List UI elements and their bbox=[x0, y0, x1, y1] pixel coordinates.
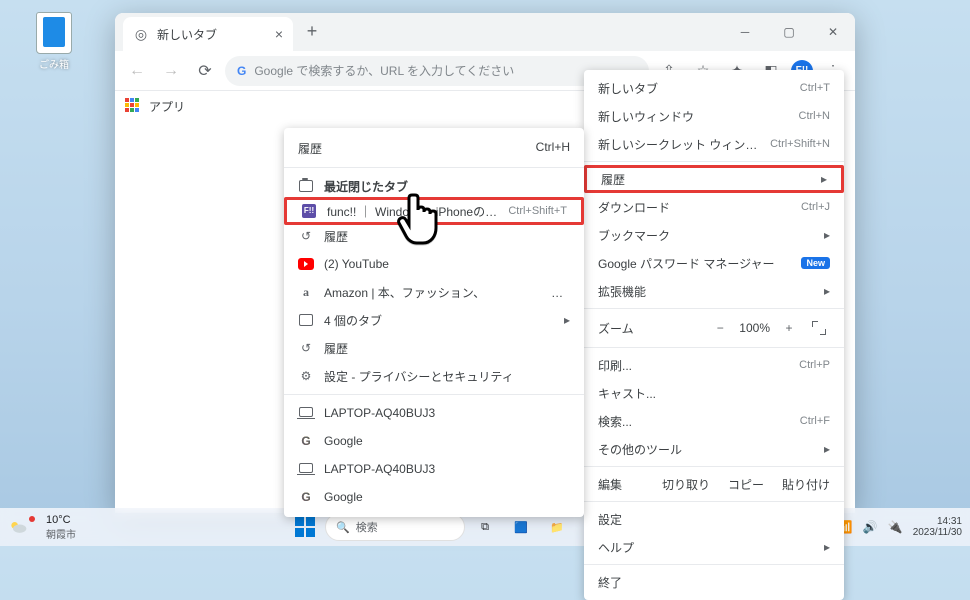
new-tab-button[interactable]: + bbox=[299, 19, 325, 45]
taskbar-weather-widget[interactable]: 10°C 朝霞市 bbox=[8, 514, 76, 541]
tray-battery-icon[interactable]: 🔌 bbox=[888, 520, 903, 534]
func-favicon-icon: F!! bbox=[302, 204, 316, 218]
history-item-4tabs[interactable]: 4 個のタブ ▸ bbox=[284, 306, 584, 334]
chevron-right-icon: ▸ bbox=[824, 284, 830, 298]
chevron-right-icon: ▸ bbox=[821, 172, 827, 186]
reload-button[interactable]: ⟳ bbox=[191, 57, 219, 85]
history-item-settings[interactable]: ⚙ 設定 - プライバシーとセキュリティ bbox=[284, 362, 584, 390]
taskbar-search[interactable]: 🔍 検索 bbox=[325, 513, 465, 541]
history-item-history2[interactable]: ↺ 履歴 bbox=[284, 334, 584, 362]
menu-more-tools[interactable]: その他のツール▸ bbox=[584, 435, 844, 463]
menu-exit[interactable]: 終了 bbox=[584, 568, 844, 596]
apps-label[interactable]: アプリ bbox=[149, 98, 185, 115]
submenu-title: 履歴 bbox=[298, 140, 322, 157]
google-g-icon: G bbox=[298, 489, 314, 505]
tab-icon bbox=[299, 314, 313, 326]
recycle-bin-icon bbox=[36, 12, 72, 54]
history-clock-icon: ↺ bbox=[298, 228, 314, 244]
menu-edit-row: 編集 切り取り コピー 貼り付け bbox=[584, 470, 844, 498]
weather-notification-dot bbox=[29, 516, 35, 522]
windows-logo-icon bbox=[295, 517, 315, 537]
edit-copy[interactable]: コピー bbox=[728, 476, 764, 493]
active-tab[interactable]: ◎ 新しいタブ × bbox=[123, 17, 293, 51]
new-badge: New bbox=[801, 257, 830, 269]
history-clock-icon: ↺ bbox=[298, 340, 314, 356]
google-g-icon: G bbox=[237, 64, 246, 78]
recent-icon bbox=[299, 180, 313, 192]
menu-extensions[interactable]: 拡張機能▸ bbox=[584, 277, 844, 305]
zoom-value: 100% bbox=[739, 321, 770, 335]
recycle-bin-label: ごみ箱 bbox=[39, 60, 69, 71]
menu-new-tab[interactable]: 新しいタブCtrl+T bbox=[584, 74, 844, 102]
tab-strip: ◎ 新しいタブ × + ─ ▢ ✕ bbox=[115, 13, 855, 51]
chevron-right-icon: ▸ bbox=[824, 540, 830, 554]
device-item-google-2[interactable]: G Google bbox=[284, 483, 584, 511]
menu-help[interactable]: ヘルプ▸ bbox=[584, 533, 844, 561]
tray-volume-icon[interactable]: 🔊 bbox=[863, 520, 878, 534]
task-view-icon: ⧉ bbox=[481, 521, 489, 534]
weather-temp: 10°C bbox=[46, 514, 76, 526]
window-close-button[interactable]: ✕ bbox=[811, 13, 855, 51]
zoom-in-button[interactable]: + bbox=[778, 317, 800, 339]
taskbar-clock[interactable]: 14:31 2023/11/30 bbox=[913, 516, 962, 538]
menu-history[interactable]: 履歴▸ bbox=[584, 165, 844, 193]
google-g-icon: G bbox=[298, 433, 314, 449]
zoom-out-button[interactable]: − bbox=[709, 317, 731, 339]
fullscreen-button[interactable] bbox=[808, 317, 830, 339]
menu-downloads[interactable]: ダウンロードCtrl+J bbox=[584, 193, 844, 221]
tab-title: 新しいタブ bbox=[157, 26, 217, 43]
edit-paste[interactable]: 貼り付け bbox=[782, 476, 830, 493]
history-item-amazon[interactable]: a Amazon | 本、ファッション、 で | アマゾン bbox=[284, 278, 584, 306]
youtube-icon bbox=[298, 258, 314, 270]
menu-find[interactable]: 検索...Ctrl+F bbox=[584, 407, 844, 435]
gear-icon: ⚙ bbox=[298, 368, 314, 384]
back-button: ← bbox=[123, 57, 151, 85]
submenu-title-shortcut: Ctrl+H bbox=[536, 140, 570, 157]
device-laptop-2[interactable]: LAPTOP-AQ40BUJ3 bbox=[284, 455, 584, 483]
device-laptop-1[interactable]: LAPTOP-AQ40BUJ3 bbox=[284, 399, 584, 427]
menu-cast[interactable]: キャスト... bbox=[584, 379, 844, 407]
menu-new-window[interactable]: 新しいウィンドウCtrl+N bbox=[584, 102, 844, 130]
recycle-bin[interactable]: ごみ箱 bbox=[24, 12, 84, 71]
search-placeholder: 検索 bbox=[356, 519, 378, 535]
history-submenu: 履歴 Ctrl+H 最近閉じたタブ F!! func!! ｜ Windows・i… bbox=[284, 128, 584, 517]
menu-settings[interactable]: 設定 bbox=[584, 505, 844, 533]
menu-incognito[interactable]: 新しいシークレット ウィンドウCtrl+Shift+N bbox=[584, 130, 844, 158]
recently-closed-header[interactable]: 最近閉じたタブ bbox=[284, 172, 584, 200]
history-item-func[interactable]: F!! func!! ｜ Windows・iPhoneの使い方や情報を発信 Ct… bbox=[284, 197, 584, 225]
chevron-right-icon: ▸ bbox=[824, 442, 830, 456]
fullscreen-icon bbox=[812, 321, 826, 335]
amazon-icon: a bbox=[298, 284, 314, 300]
laptop-icon bbox=[299, 463, 313, 473]
weather-cloudy-icon bbox=[8, 517, 28, 537]
laptop-icon bbox=[299, 407, 313, 417]
menu-bookmarks[interactable]: ブックマーク▸ bbox=[584, 221, 844, 249]
window-minimize-button[interactable]: ─ bbox=[723, 13, 767, 51]
history-item-youtube[interactable]: (2) YouTube bbox=[284, 250, 584, 278]
forward-button: → bbox=[157, 57, 185, 85]
tab-close-icon[interactable]: × bbox=[275, 26, 283, 42]
edit-cut[interactable]: 切り取り bbox=[662, 476, 710, 493]
menu-zoom-row: ズーム − 100% + bbox=[584, 312, 844, 344]
history-item-history[interactable]: ↺ 履歴 bbox=[284, 222, 584, 250]
window-maximize-button[interactable]: ▢ bbox=[767, 13, 811, 51]
weather-location: 朝霞市 bbox=[46, 526, 76, 541]
search-icon: 🔍 bbox=[336, 521, 350, 534]
chrome-main-menu: 新しいタブCtrl+T 新しいウィンドウCtrl+N 新しいシークレット ウィン… bbox=[584, 70, 844, 600]
omnibox-placeholder: Google で検索するか、URL を入力してください bbox=[254, 62, 514, 79]
apps-grid-icon[interactable] bbox=[125, 98, 141, 114]
device-item-google-1[interactable]: G Google bbox=[284, 427, 584, 455]
chevron-right-icon: ▸ bbox=[824, 228, 830, 242]
menu-passwords[interactable]: Google パスワード マネージャーNew bbox=[584, 249, 844, 277]
tab-favicon-globe-icon: ◎ bbox=[133, 26, 149, 42]
chevron-right-icon: ▸ bbox=[564, 313, 570, 327]
menu-print[interactable]: 印刷...Ctrl+P bbox=[584, 351, 844, 379]
